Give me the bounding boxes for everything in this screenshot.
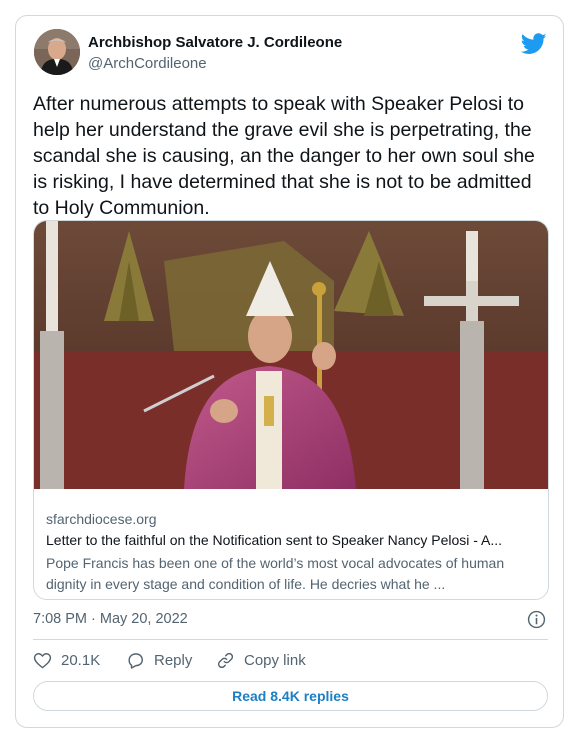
- twitter-bird-icon[interactable]: [521, 33, 547, 55]
- link-icon: [217, 652, 234, 668]
- tweet-card: Archbishop Salvatore J. Cordileone @Arch…: [15, 15, 564, 728]
- copy-link-label: Copy link: [244, 651, 306, 669]
- tweet-timestamp[interactable]: 7:08 PM · May 20, 2022: [33, 611, 188, 627]
- link-description: Pope Francis has been one of the world’s…: [46, 555, 505, 592]
- author-name[interactable]: Archbishop Salvatore J. Cordileone: [88, 34, 342, 51]
- link-preview-card[interactable]: sfarchdiocese.org Letter to the faithful…: [33, 220, 549, 600]
- reply-icon: [128, 652, 143, 669]
- link-domain: sfarchdiocese.org: [46, 511, 157, 527]
- like-count: 20.1K: [61, 651, 101, 669]
- tweet-text: After numerous attempts to speak with Sp…: [33, 93, 535, 219]
- reply-label: Reply: [154, 651, 193, 669]
- reply-button[interactable]: Reply: [126, 649, 192, 671]
- read-replies-button[interactable]: Read 8.4K replies: [33, 681, 548, 711]
- info-icon[interactable]: [527, 610, 546, 629]
- divider: [33, 639, 548, 640]
- copy-link-button[interactable]: Copy link: [216, 649, 306, 671]
- link-title[interactable]: Letter to the faithful on the Notificati…: [46, 532, 538, 548]
- like-button[interactable]: 20.1K: [33, 649, 100, 671]
- link-preview-image: [34, 221, 548, 489]
- author-handle[interactable]: @ArchCordileone: [88, 55, 207, 72]
- heart-icon: [33, 652, 52, 668]
- avatar[interactable]: [34, 29, 80, 75]
